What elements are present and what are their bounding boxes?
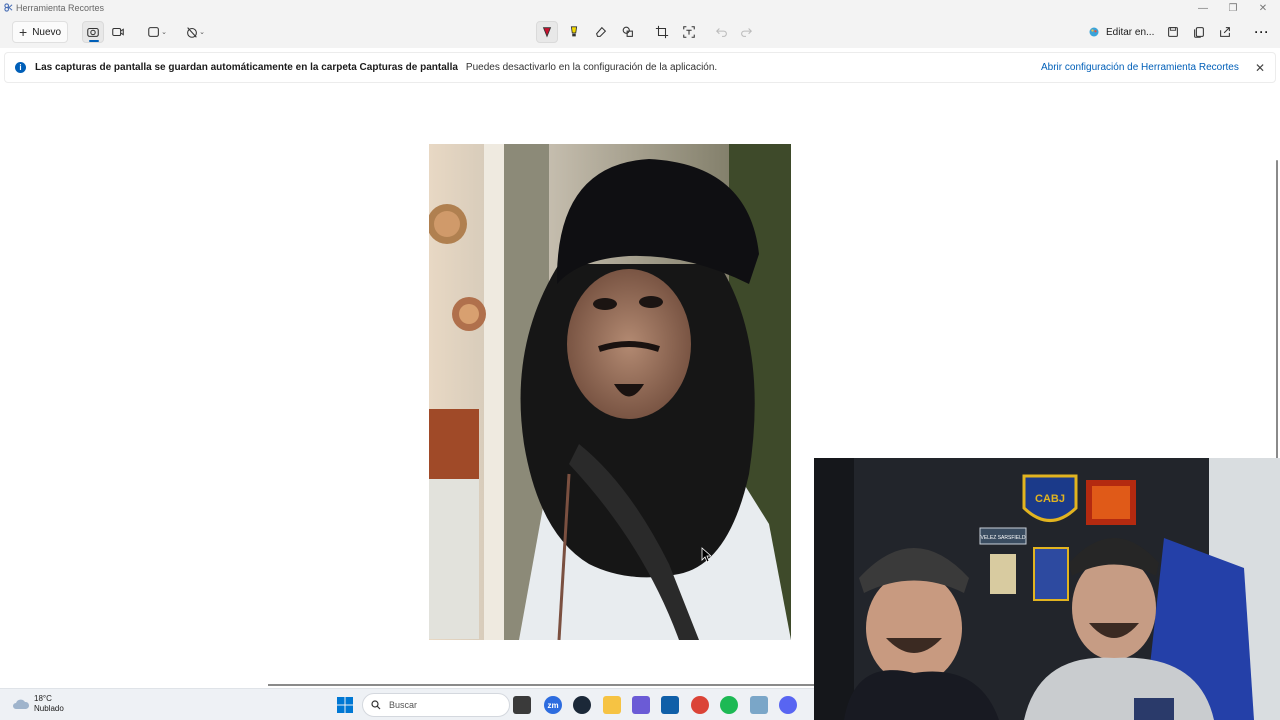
webcam-overlay: CABJ VELEZ SARSFIELD	[814, 458, 1280, 720]
copilot-icon[interactable]	[632, 696, 650, 714]
badge-text: CABJ	[1035, 493, 1065, 505]
highlighter-button[interactable]	[563, 21, 585, 43]
screenshot-mode-button[interactable]	[82, 21, 104, 43]
search-placeholder: Buscar	[389, 700, 418, 710]
horizontal-scrollbar[interactable]	[268, 684, 814, 686]
share-icon	[1220, 27, 1230, 37]
video-camera-icon	[112, 27, 124, 37]
edit-in-button[interactable]: Editar en...	[1088, 21, 1154, 43]
open-settings-link[interactable]: Abrir configuración de Herramienta Recor…	[1041, 62, 1239, 73]
undo-icon	[716, 28, 727, 37]
delay-dropdown[interactable]: ⌄	[180, 21, 210, 43]
crop-icon	[655, 25, 669, 39]
save-icon	[1168, 27, 1178, 37]
search-icon	[371, 700, 381, 710]
paint-app-icon	[1089, 27, 1099, 37]
weather-desc: Nublado	[34, 704, 64, 713]
share-button[interactable]	[1214, 21, 1236, 43]
eraser-button[interactable]	[590, 21, 612, 43]
mouse-cursor-icon	[701, 547, 711, 563]
more-options-button[interactable]: ···	[1251, 21, 1273, 43]
eraser-icon	[596, 26, 607, 37]
new-button-label: Nuevo	[32, 26, 62, 38]
file-explorer-icon[interactable]	[603, 696, 621, 714]
snipping-app-icon[interactable]	[750, 696, 768, 714]
crop-button[interactable]	[651, 21, 673, 43]
redo-icon	[741, 28, 752, 37]
close-icon[interactable]: ✕	[1255, 61, 1265, 75]
minimize-button[interactable]: —	[1188, 0, 1218, 16]
store-icon[interactable]	[661, 696, 679, 714]
info-bar: i Las capturas de pantalla se guardan au…	[4, 52, 1276, 83]
discord-icon[interactable]	[779, 696, 797, 714]
weather-temp: 18°C	[34, 694, 52, 703]
no-timer-icon	[187, 27, 197, 38]
record-mode-button[interactable]	[107, 21, 129, 43]
start-button[interactable]	[336, 696, 354, 714]
pen-icon	[542, 27, 552, 38]
window-title: Herramienta Recortes	[16, 3, 105, 13]
highlighter-icon	[570, 26, 578, 37]
taskbar: 18°C Nublado Buscar zm	[0, 688, 814, 720]
shapes-button[interactable]	[617, 21, 639, 43]
active-indicator	[89, 40, 99, 42]
title-bar: Herramienta Recortes — ❐ ✕	[0, 0, 1280, 16]
close-window-button[interactable]: ✕	[1248, 0, 1278, 16]
maximize-button[interactable]: ❐	[1218, 0, 1248, 16]
zoom-app-icon[interactable]: zm	[544, 696, 562, 714]
task-view-icon[interactable]	[513, 696, 531, 714]
camera-icon	[87, 27, 99, 37]
new-button[interactable]: + Nuevo	[12, 21, 68, 43]
snipping-tool-icon	[4, 3, 13, 12]
snip-shape-dropdown[interactable]: ⌄	[142, 21, 172, 43]
edit-in-label: Editar en...	[1106, 26, 1155, 38]
text-actions-button[interactable]	[678, 21, 700, 43]
toolbar: + Nuevo ⌄ ⌄ Editar en... ···	[0, 16, 1280, 48]
webcam-illustration: CABJ VELEZ SARSFIELD	[814, 458, 1280, 720]
vertical-scrollbar[interactable]	[1276, 160, 1278, 460]
plus-icon: +	[19, 24, 28, 40]
captured-image[interactable]	[429, 144, 791, 640]
spotify-icon[interactable]	[720, 696, 738, 714]
weather-widget[interactable]: 18°C Nublado	[12, 694, 64, 714]
info-message-bold: Las capturas de pantalla se guardan auto…	[35, 62, 458, 73]
undo-button[interactable]	[711, 21, 733, 43]
shapes-icon	[622, 26, 633, 37]
cloud-icon	[13, 699, 30, 709]
chrome-icon[interactable]	[691, 696, 709, 714]
captured-photo-illustration	[429, 144, 791, 640]
save-button[interactable]	[1162, 21, 1184, 43]
chevron-down-icon: ⌄	[199, 29, 205, 36]
text-actions-icon	[683, 26, 695, 38]
steam-icon[interactable]	[573, 696, 591, 714]
sign-text: VELEZ SARSFIELD	[980, 535, 1025, 541]
more-icon: ···	[1254, 25, 1270, 39]
pen-button[interactable]	[536, 21, 558, 43]
rectangle-snip-icon	[148, 27, 159, 37]
chevron-down-icon: ⌄	[161, 29, 167, 36]
windows-logo-icon	[337, 697, 353, 713]
copy-button[interactable]	[1188, 21, 1210, 43]
redo-button[interactable]	[735, 21, 757, 43]
copy-icon	[1194, 27, 1204, 38]
info-message: Puedes desactivarlo en la configuración …	[465, 62, 718, 73]
taskbar-search[interactable]: Buscar	[362, 693, 510, 717]
info-icon: i	[15, 62, 26, 73]
